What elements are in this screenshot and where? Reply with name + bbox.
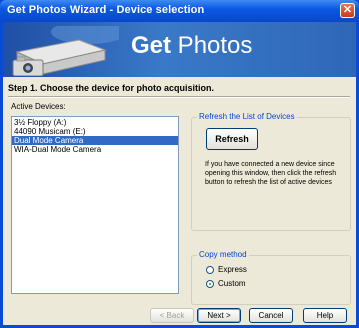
separator xyxy=(8,96,350,98)
copy-method-group: Copy method Express Custom xyxy=(191,250,351,305)
list-item[interactable]: 3½ Floppy (A:) xyxy=(12,118,178,127)
close-button[interactable]: ✕ xyxy=(340,3,355,18)
back-button[interactable]: < Back xyxy=(150,308,194,323)
title-bar[interactable]: Get Photos Wizard - Device selection ✕ xyxy=(0,0,359,22)
banner-title-bold: Get xyxy=(131,32,172,59)
help-button[interactable]: Help xyxy=(303,308,347,323)
active-devices-label: Active Devices: xyxy=(11,102,66,111)
window-title: Get Photos Wizard - Device selection xyxy=(7,4,205,16)
list-item-selected[interactable]: Dual Mode Camera xyxy=(12,136,178,145)
list-item[interactable]: 44090 Musicam (E:) xyxy=(12,127,178,136)
copy-method-label: Copy method xyxy=(197,250,249,259)
refresh-group: Refresh the List of Devices Refresh If y… xyxy=(191,112,351,231)
banner: Get Photos xyxy=(3,22,356,77)
radio-custom-label: Custom xyxy=(218,279,246,288)
next-button[interactable]: Next > xyxy=(197,308,241,323)
radio-express[interactable]: Express xyxy=(206,265,247,274)
banner-title-rest: Photos xyxy=(171,32,253,59)
cancel-button[interactable]: Cancel xyxy=(249,308,293,323)
banner-title: Get Photos xyxy=(131,32,252,60)
refresh-button[interactable]: Refresh xyxy=(206,128,258,150)
step-heading: Step 1. Choose the device for photo acqu… xyxy=(8,83,215,93)
refresh-group-label: Refresh the List of Devices xyxy=(197,112,297,121)
close-icon: ✕ xyxy=(342,4,353,16)
radio-custom[interactable]: Custom xyxy=(206,279,246,288)
wizard-client-area: Get Photos Step 1. Choose the device for… xyxy=(3,22,356,325)
refresh-description: If you have connected a new device since… xyxy=(205,161,337,186)
scanner-camera-icon xyxy=(12,26,119,76)
wizard-window: Get Photos Wizard - Device selection ✕ G… xyxy=(0,0,359,328)
radio-custom-circle[interactable] xyxy=(206,279,214,288)
list-item[interactable]: WIA-Dual Mode Camera xyxy=(12,145,178,154)
radio-express-label: Express xyxy=(218,265,247,274)
device-listbox[interactable]: 3½ Floppy (A:) 44090 Musicam (E:) Dual M… xyxy=(11,116,179,294)
radio-express-circle[interactable] xyxy=(206,265,214,274)
